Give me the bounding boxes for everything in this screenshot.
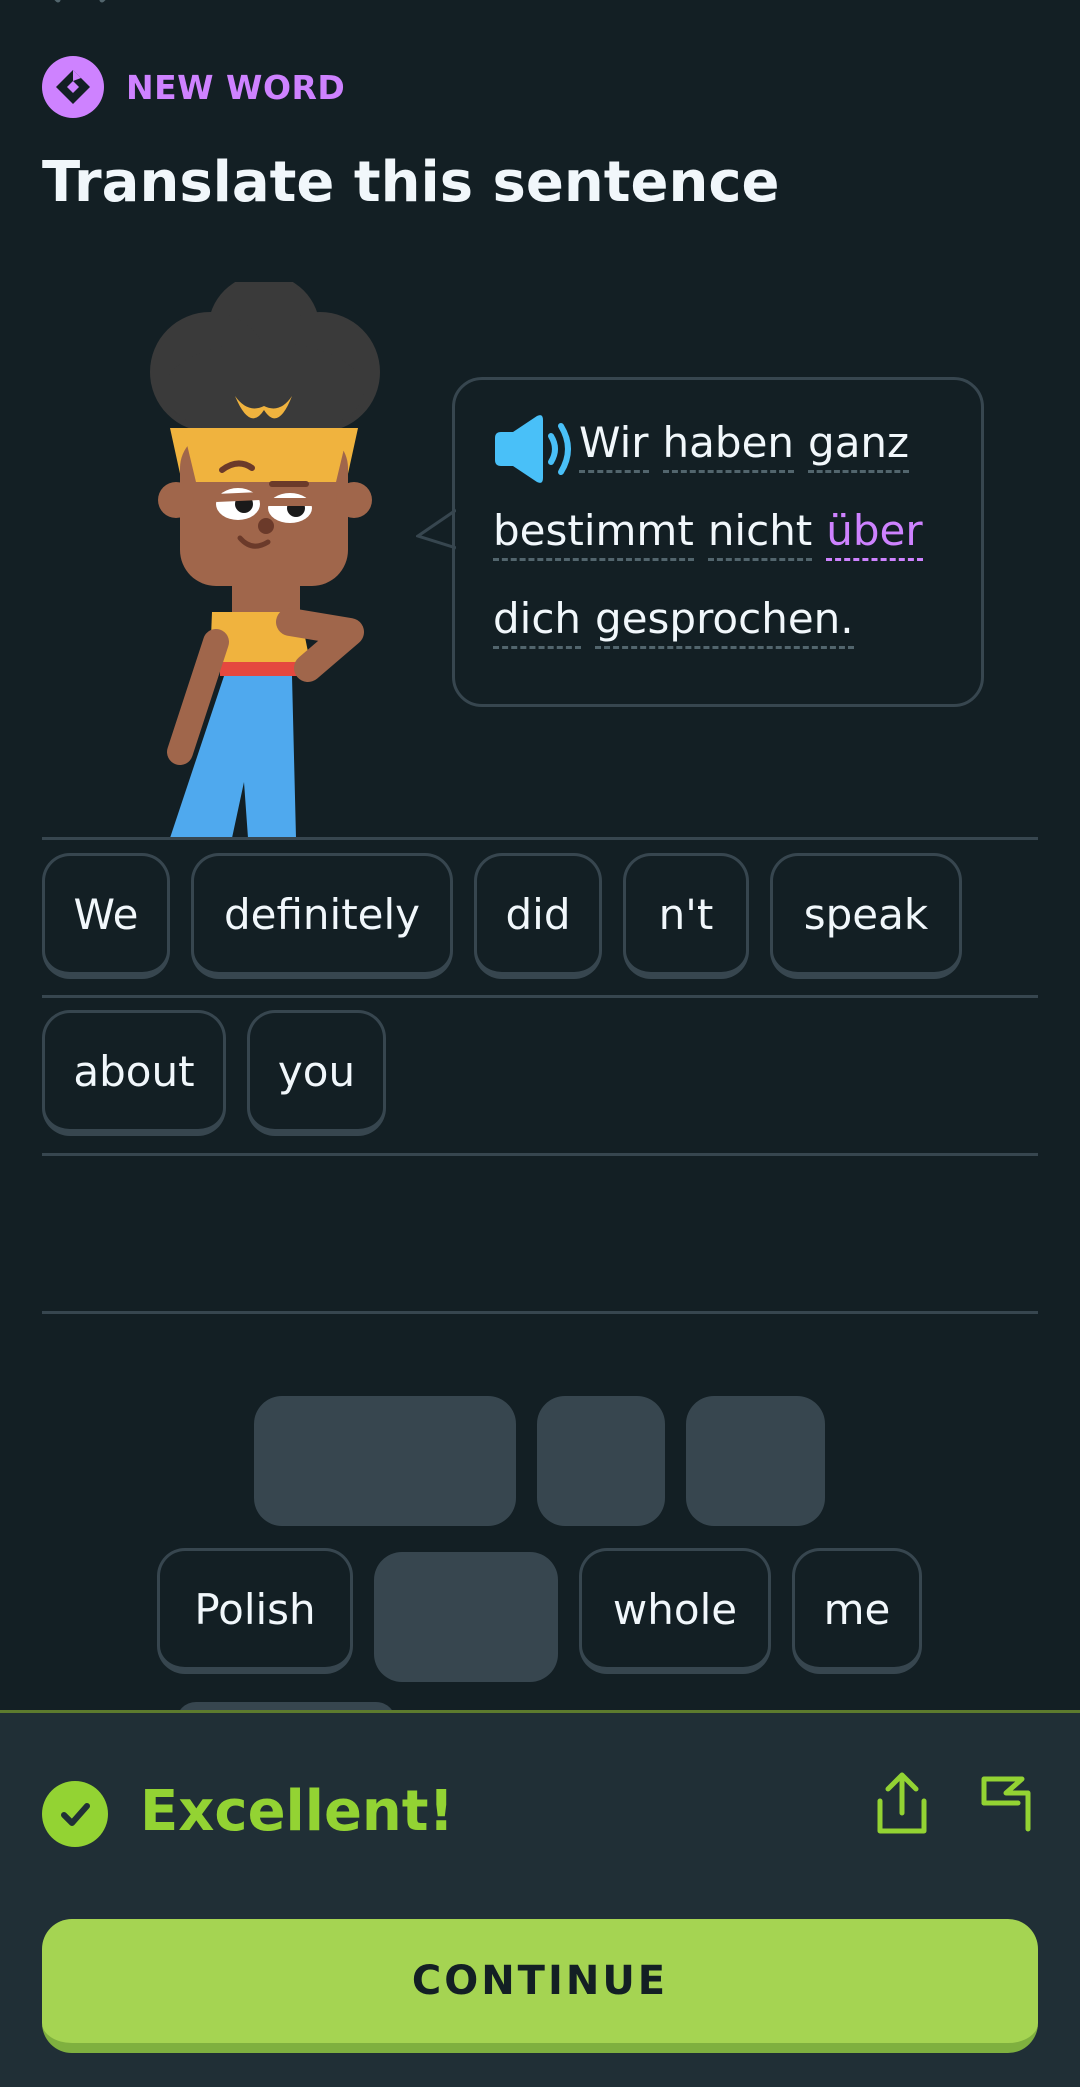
- bubble-word-highlighted[interactable]: über: [826, 506, 923, 561]
- continue-button[interactable]: CONTINUE: [42, 1919, 1038, 2053]
- word-bank-slot-empty: [686, 1396, 825, 1526]
- word-bank-slot-empty: [537, 1396, 665, 1526]
- bubble-word[interactable]: bestimmt: [493, 506, 694, 561]
- word-bank-slot-empty: [374, 1552, 558, 1682]
- answer-chip[interactable]: We: [42, 853, 170, 979]
- bubble-line: bestimmt nicht über: [493, 506, 941, 594]
- bubble-tail: [416, 508, 456, 550]
- share-icon[interactable]: [872, 1771, 932, 1837]
- page-title: Translate this sentence: [42, 150, 780, 215]
- new-word-badge: NEW WORD: [42, 56, 345, 118]
- check-icon: [42, 1781, 108, 1847]
- answer-chip[interactable]: you: [247, 1010, 386, 1136]
- flag-icon[interactable]: [978, 1771, 1034, 1833]
- bubble-word[interactable]: Wir: [579, 418, 649, 473]
- character-illustration: [150, 282, 380, 838]
- bubble-word[interactable]: haben: [662, 418, 795, 473]
- bubble-word[interactable]: nicht: [707, 506, 813, 561]
- answer-chip[interactable]: did: [474, 853, 602, 979]
- answer-chip[interactable]: about: [42, 1010, 226, 1136]
- feedback-panel: Excellent! CONTINUE: [0, 1710, 1080, 2087]
- status-message: Excellent!: [140, 1779, 455, 1844]
- bubble-line: dich gesprochen.: [493, 594, 941, 682]
- bubble-line: Wir haben ganz: [493, 415, 941, 506]
- bubble-word[interactable]: ganz: [808, 418, 910, 473]
- answer-chip[interactable]: speak: [770, 853, 962, 979]
- close-icon[interactable]: [44, 0, 116, 4]
- answer-chip[interactable]: n't: [623, 853, 749, 979]
- speaker-icon[interactable]: [493, 414, 579, 484]
- bubble-word[interactable]: gesprochen.: [595, 594, 854, 649]
- speech-bubble: Wir haben ganz bestimmt nicht über dich …: [452, 377, 984, 707]
- word-bank-slot-empty: [254, 1396, 516, 1526]
- gem-icon: [42, 56, 104, 118]
- answer-chip[interactable]: definitely: [191, 853, 453, 979]
- answer-line: [42, 1153, 1038, 1156]
- answer-line: [42, 995, 1038, 998]
- word-bank-chip[interactable]: me: [792, 1548, 922, 1674]
- badge-label: NEW WORD: [126, 67, 346, 107]
- answer-line: [42, 1311, 1038, 1314]
- word-bank-chip[interactable]: whole: [579, 1548, 771, 1674]
- bubble-word[interactable]: dich: [493, 594, 582, 649]
- word-bank-chip[interactable]: Polish: [157, 1548, 353, 1674]
- answer-line: [42, 837, 1038, 840]
